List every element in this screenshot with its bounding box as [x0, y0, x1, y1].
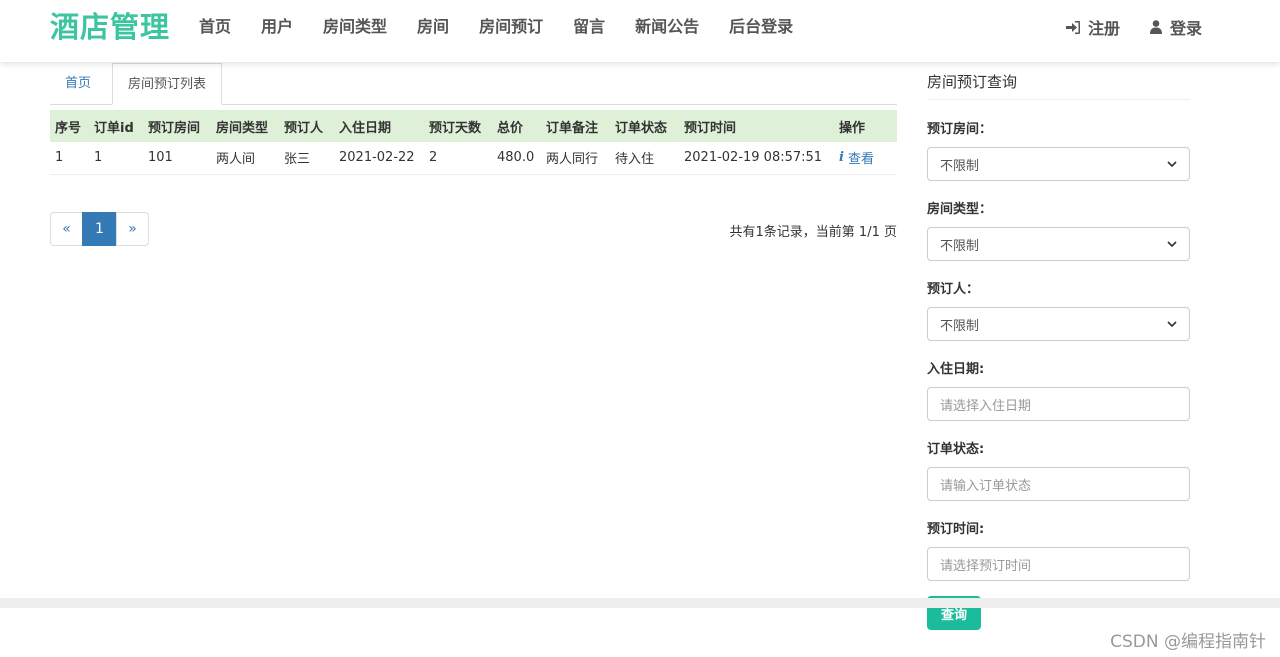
- cell-order-id: 1: [89, 142, 143, 175]
- col-booker: 预订人: [279, 110, 334, 142]
- tab-booking-list[interactable]: 房间预订列表: [112, 63, 223, 105]
- booking-search-panel: 房间预订查询 预订房间： 不限制 房间类型： 不限制 预订人： 不限制 入住日期…: [927, 63, 1190, 630]
- table-row: 1 1 101 两人间 张三 2021-02-22 2 480.0 两人同行 待…: [50, 142, 897, 175]
- room-filter-label: 预订房间：: [927, 122, 993, 137]
- watermark: CSDN @编程指南针: [1110, 632, 1266, 652]
- chevron-down-icon: [1167, 161, 1177, 167]
- checkin-date-input[interactable]: 请选择入住日期: [927, 387, 1190, 421]
- col-order-id: 订单id: [89, 110, 143, 142]
- cell-room-type: 两人间: [211, 142, 279, 175]
- booking-table: 序号 订单id 预订房间 房间类型 预订人 入住日期 预订天数 总价 订单备注 …: [50, 110, 897, 175]
- view-link[interactable]: i 查看: [839, 148, 874, 167]
- info-icon: i: [839, 150, 844, 166]
- cell-index: 1: [50, 142, 89, 175]
- cell-days: 2: [424, 142, 492, 175]
- nav-item-room-types[interactable]: 房间类型: [308, 0, 402, 54]
- breadcrumb-tabs: 首页 房间预订列表: [50, 63, 897, 105]
- chevron-down-icon: [1167, 321, 1177, 327]
- col-booked-at: 预订时间: [679, 110, 834, 142]
- login-label: 登录: [1169, 19, 1202, 38]
- register-label: 注册: [1087, 19, 1120, 38]
- nav-item-news[interactable]: 新闻公告: [620, 0, 714, 54]
- cell-total: 480.0: [492, 142, 541, 175]
- checkin-date-placeholder: 请选择入住日期: [940, 398, 1032, 414]
- booker-filter-label: 预订人：: [927, 282, 980, 297]
- sign-in-icon: [1065, 20, 1080, 34]
- col-days: 预订天数: [424, 110, 492, 142]
- cell-room: 101: [143, 142, 211, 175]
- cell-action: i 查看: [834, 142, 897, 175]
- nav-item-home[interactable]: 首页: [184, 0, 246, 54]
- chevron-down-icon: [1167, 241, 1177, 247]
- room-type-filter-value: 不限制: [940, 238, 980, 254]
- register-link[interactable]: 注册: [1065, 15, 1120, 39]
- search-panel-title: 房间预订查询: [927, 63, 1190, 100]
- order-status-input[interactable]: 请输入订单状态: [927, 467, 1190, 501]
- col-index: 序号: [50, 110, 89, 142]
- table-header-row: 序号 订单id 预订房间 房间类型 预订人 入住日期 预订天数 总价 订单备注 …: [50, 110, 897, 142]
- tab-home[interactable]: 首页: [50, 63, 106, 105]
- col-status: 订单状态: [610, 110, 679, 142]
- cell-remark: 两人同行: [541, 142, 610, 175]
- prev-page-button[interactable]: «: [50, 212, 83, 246]
- login-link[interactable]: 登录: [1149, 15, 1202, 39]
- nav-item-users[interactable]: 用户: [246, 0, 308, 54]
- room-filter-select[interactable]: 不限制: [927, 147, 1190, 181]
- cell-checkin: 2021-02-22: [334, 142, 424, 175]
- view-link-label: 查看: [847, 152, 874, 168]
- order-status-placeholder: 请输入订单状态: [940, 478, 1032, 494]
- col-remark: 订单备注: [541, 110, 610, 142]
- booking-time-input[interactable]: 请选择预订时间: [927, 547, 1190, 581]
- nav-item-admin-login[interactable]: 后台登录: [714, 0, 808, 54]
- booker-filter-value: 不限制: [940, 318, 980, 334]
- checkin-date-label: 入住日期:: [927, 362, 985, 377]
- user-nav: 注册 登录: [1036, 0, 1202, 54]
- booking-time-placeholder: 请选择预订时间: [940, 558, 1032, 574]
- booking-time-label: 预订时间:: [927, 522, 985, 537]
- page-1-button[interactable]: 1: [82, 212, 117, 246]
- col-room-type: 房间类型: [211, 110, 279, 142]
- order-status-label: 订单状态:: [927, 442, 985, 457]
- col-total: 总价: [492, 110, 541, 142]
- room-filter-value: 不限制: [940, 158, 980, 174]
- brand-logo[interactable]: 酒店管理: [50, 8, 170, 46]
- room-type-filter-select[interactable]: 不限制: [927, 227, 1190, 261]
- nav-item-rooms[interactable]: 房间: [402, 0, 464, 54]
- cell-status: 待入住: [610, 142, 679, 175]
- col-room: 预订房间: [143, 110, 211, 142]
- main-nav: 首页 用户 房间类型 房间 房间预订 留言 新闻公告 后台登录: [184, 0, 808, 54]
- footer-strip: [0, 598, 1280, 608]
- top-navbar: 酒店管理 首页 用户 房间类型 房间 房间预订 留言 新闻公告 后台登录 注册 …: [0, 0, 1280, 62]
- pagination: « 1 »: [50, 212, 149, 246]
- cell-booked-at: 2021-02-19 08:57:51: [679, 142, 834, 175]
- col-checkin: 入住日期: [334, 110, 424, 142]
- nav-item-room-booking[interactable]: 房间预订: [464, 0, 558, 54]
- nav-item-messages[interactable]: 留言: [558, 0, 620, 54]
- col-action: 操作: [834, 110, 897, 142]
- booker-filter-select[interactable]: 不限制: [927, 307, 1190, 341]
- user-icon: [1149, 20, 1162, 34]
- room-type-filter-label: 房间类型：: [927, 202, 993, 217]
- next-page-button[interactable]: »: [116, 212, 149, 246]
- cell-booker: 张三: [279, 142, 334, 175]
- record-count-info: 共有1条记录，当前第 1/1 页: [729, 225, 897, 240]
